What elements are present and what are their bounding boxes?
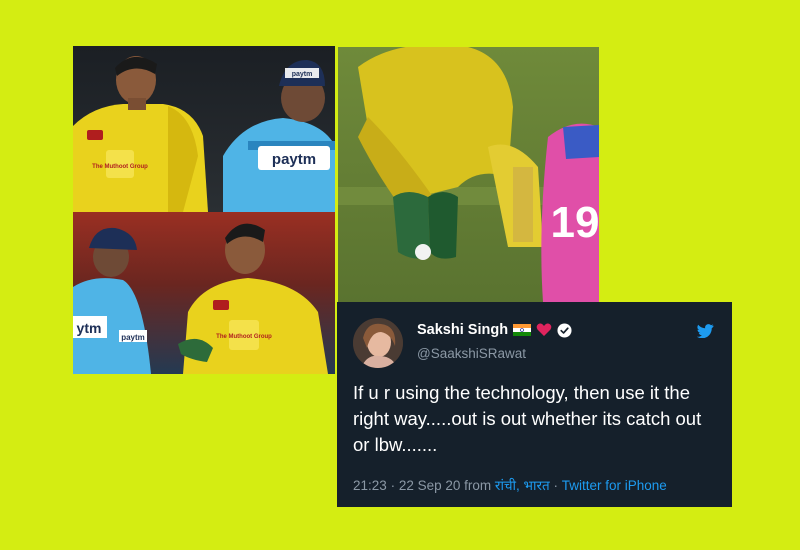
photo-player-and-umpire-top: The Muthoot Group paytm paytm [73, 46, 335, 212]
meta-separator-2: · [553, 478, 558, 493]
twitter-bird-icon[interactable] [697, 324, 714, 338]
batsman-jersey-number: 19 [551, 198, 599, 247]
india-flag-icon [513, 324, 532, 336]
cap-sponsor-text: paytm [292, 71, 313, 78]
user-handle[interactable]: @SaakshiSRawat [417, 346, 526, 361]
photo-wicketkeeper-catch: 19 [338, 47, 599, 302]
umpire-sleeve-text: paytm [121, 333, 145, 342]
verified-badge-icon [557, 322, 572, 338]
shirt-brand-text-2: The Muthoot Group [216, 334, 272, 340]
umpire-sponsor-text: ytm [77, 320, 102, 336]
from-label: from [464, 478, 492, 493]
tweet-card: Sakshi Singh @SaakshiSRawat If u r using… [337, 302, 732, 507]
meta-separator: · [390, 478, 396, 493]
photo-player-and-umpire-bottom: ytm paytm The Muthoot Group [73, 212, 335, 374]
display-name[interactable]: Sakshi Singh [417, 322, 508, 338]
umpire-shirt-sponsor-text: paytm [272, 151, 316, 168]
shirt-brand-text: The Muthoot Group [92, 164, 148, 170]
tweet-date[interactable]: 22 Sep 20 [399, 478, 461, 493]
avatar[interactable] [353, 318, 403, 368]
tweet-metadata: 21:23 · 22 Sep 20 from रांची, भारत · Twi… [353, 476, 667, 494]
tweet-text: If u r using the technology, then use it… [353, 382, 702, 455]
tweet-location-link[interactable]: रांची, भारत [495, 478, 550, 493]
tweet-time[interactable]: 21:23 [353, 478, 387, 493]
tweet-client-link[interactable]: Twitter for iPhone [562, 478, 667, 493]
name-row: Sakshi Singh [417, 322, 572, 338]
red-heart-icon [536, 323, 552, 336]
